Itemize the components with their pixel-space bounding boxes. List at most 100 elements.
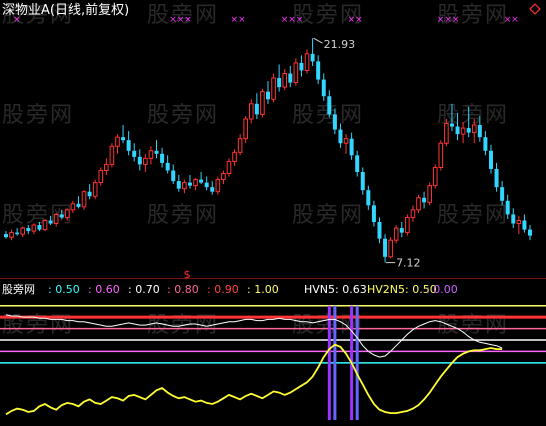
candle-body [383,238,388,257]
candle-body [522,220,527,230]
candle [266,81,270,104]
legend-entry: 股旁网 [2,282,35,296]
candle-body [500,187,505,201]
candle [366,185,371,210]
candle-body [237,138,243,153]
high-price-label: 21.93 [324,38,356,51]
candle-body [449,123,454,127]
candle-body [210,187,215,192]
candle [377,217,382,244]
legend-entry: : 0.60 [88,283,120,296]
candle-body [516,219,522,225]
candle-body [187,182,192,186]
candle-body [288,73,293,83]
watermark-text: 股旁网 [147,203,219,228]
candle [438,140,444,171]
candle-body [132,150,137,157]
candle [243,115,249,144]
candle-body [243,118,249,140]
candle-body [460,127,466,135]
candle [221,170,226,185]
candle-body [282,73,288,88]
candle [511,208,516,229]
candle-body [471,124,477,134]
candle [416,194,421,213]
candle-body [371,205,376,222]
candle-body [115,136,120,147]
candle-body [393,227,399,241]
candle-body [299,62,304,71]
candle-body [349,138,354,156]
cross-mark: ××× [169,15,192,25]
candle [254,93,259,119]
candle-body [126,140,131,151]
candle [160,147,165,168]
candle [310,38,315,66]
candle [31,223,37,235]
candle [304,49,310,74]
candle [237,134,243,156]
candle-body [199,179,204,183]
candle-body [98,169,104,184]
candle-body [9,232,14,238]
legend-entry: HVN5: 0.63 [304,283,367,296]
candle-body [343,138,349,144]
candle [76,196,81,209]
candle [193,178,198,191]
candle-body [53,213,59,225]
candle-body [293,62,299,84]
candle-body [254,103,259,115]
candle-body [154,150,159,154]
candle [444,118,449,147]
cross-mark: ×× [348,15,363,25]
candle [182,179,187,194]
candle-body [148,150,154,159]
candle-body [59,214,64,218]
candle [293,58,299,86]
candle-body [65,209,70,218]
candle [522,214,527,233]
candle [215,176,221,195]
watermark-text: 股旁网 [437,203,509,228]
candle-body [232,151,237,162]
candle-body [271,77,276,100]
candle-body [81,191,87,208]
legend-entry: : 1.00 [247,283,279,296]
watermark-text: 股旁网 [147,103,219,128]
candle-body [221,173,226,181]
diamond-outline-icon[interactable] [529,3,541,15]
candle [109,143,115,168]
candle [176,175,181,192]
candle-body [165,162,170,171]
candle-body [104,163,109,171]
candle [171,164,176,185]
candle [299,55,304,77]
candle [154,140,159,159]
candle [98,167,104,186]
candle-body [109,145,115,165]
candle-body [277,78,282,88]
candle-body [92,182,98,197]
candle [20,226,26,238]
candle-body [15,232,20,235]
candle-body [360,172,365,191]
candle [137,149,142,171]
candle [393,225,399,244]
candle [355,150,360,177]
legend-entry: : 0.50 [48,283,80,296]
watermark-text: 股旁网 [292,203,364,228]
candle-body [327,96,332,115]
candle [282,68,288,91]
candle-body [26,228,31,232]
candle-body [416,197,421,211]
candle-body [76,203,81,207]
candle-body [260,91,265,115]
candle [399,222,404,238]
candle [15,228,20,236]
candle-body [332,114,337,130]
cross-mark: ×× [504,15,519,25]
candle-body [248,103,254,120]
candle [427,182,432,206]
candle [132,143,137,162]
candle [343,134,349,154]
